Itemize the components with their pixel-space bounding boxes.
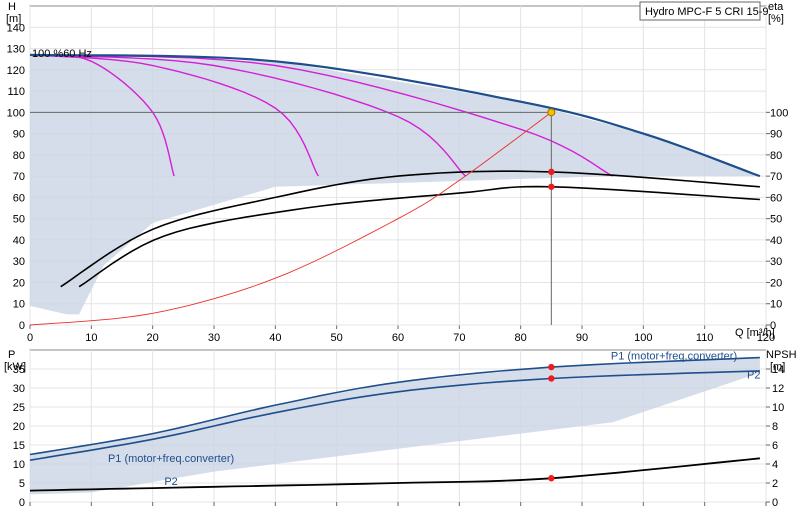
title-box: Hydro MPC-F 5 CRI 15-9 — [639, 1, 768, 21]
y-tick-label: 110 — [7, 86, 25, 98]
series-label: P1 (motor+freq.converter) — [108, 453, 234, 465]
p-tick-label: 0 — [19, 497, 25, 509]
npsh-tick-label: 8 — [772, 421, 778, 433]
operating-marker — [548, 183, 555, 190]
npsh-axis-unit: [m] — [770, 361, 785, 373]
p-tick-label: 5 — [19, 478, 25, 490]
operating-marker — [548, 168, 555, 176]
x-tick-label: 40 — [269, 332, 281, 344]
eta-tick-label: 30 — [770, 256, 782, 268]
eta-tick-label: 20 — [770, 277, 782, 289]
npsh-tick-label: 0 — [772, 497, 778, 509]
y-axis-unit: [m] — [6, 13, 21, 25]
p-tick-label: 15 — [13, 440, 25, 452]
eta-tick-label: 60 — [770, 192, 782, 204]
p-tick-label: 20 — [13, 421, 25, 433]
eta-tick-label: 80 — [770, 150, 782, 162]
x-tick-label: 50 — [331, 332, 343, 344]
pump-performance-chart: 0 10 20 30 40 50 60 70 80 90 100 110 120010203040506… — [4, 1, 797, 509]
series-label: P2 — [747, 370, 760, 382]
eta-tick-label: 90 — [770, 129, 782, 141]
x-tick-label: 110 — [696, 332, 714, 344]
p-axis-unit: [kW] — [4, 361, 26, 373]
x-tick-label: 30 — [208, 332, 220, 344]
eta-axis-unit: [%] — [768, 13, 784, 25]
y-tick-label: 20 — [13, 277, 25, 289]
eta-tick-label: 40 — [770, 235, 782, 247]
power-npsh-chart: 0510152025303502468101214P[kW]NPSH[m]P1 … — [4, 349, 797, 509]
duty-point-marker — [547, 108, 556, 117]
x-tick-label: 0 — [27, 332, 33, 344]
p-tick-label: 30 — [13, 383, 25, 395]
y-tick-label: 130 — [7, 44, 25, 56]
y-tick-label: 60 — [13, 192, 25, 204]
y-tick-label: 90 — [13, 129, 25, 141]
operating-marker — [548, 375, 555, 382]
p-axis-label: P — [8, 349, 15, 361]
x-tick-label: 70 — [453, 332, 465, 344]
p-tick-label: 10 — [13, 459, 25, 471]
x-tick-label: 90 — [576, 332, 588, 344]
x-axis-label: Q [m³/h] — [735, 327, 775, 339]
y-axis-label: H — [8, 1, 16, 13]
eta-axis-label: eta — [768, 1, 784, 13]
npsh-tick-label: 4 — [772, 459, 778, 471]
p-tick-label: 25 — [13, 402, 25, 414]
x-tick-label: 20 — [147, 332, 159, 344]
speed-annotation: 100 %60 Hz — [32, 48, 92, 60]
y-tick-label: 10 — [13, 299, 25, 311]
npsh-tick-label: 2 — [772, 478, 778, 490]
x-tick-label: 10 — [85, 332, 97, 344]
npsh-tick-label: 6 — [772, 440, 778, 452]
npsh-tick-label: 12 — [772, 383, 784, 395]
y-tick-label: 80 — [13, 150, 25, 162]
y-tick-label: 120 — [7, 65, 25, 77]
y-tick-label: 30 — [13, 256, 25, 268]
y-tick-label: 50 — [13, 214, 25, 226]
operating-marker — [548, 363, 555, 371]
x-tick-label: 80 — [515, 332, 527, 344]
y-tick-label: 100 — [7, 107, 25, 119]
eta-tick-label: 70 — [770, 171, 782, 183]
qh-eta-chart: 0 10 20 30 40 50 60 70 80 90 100 110 120 0 10 20 30 40 50 6… — [6, 1, 788, 344]
operating-marker — [548, 475, 555, 482]
x-tick-label: 60 — [392, 332, 404, 344]
y-tick-label: 70 — [13, 171, 25, 183]
npsh-tick-label: 10 — [772, 402, 784, 414]
series-label: P2 — [164, 476, 177, 488]
eta-tick-label: 10 — [770, 299, 782, 311]
y-tick-label: 40 — [13, 235, 25, 247]
y-tick-label: 0 — [19, 320, 25, 332]
chart-title: Hydro MPC-F 5 CRI 15-9 — [645, 6, 768, 18]
x-tick-label: 100 — [634, 332, 652, 344]
eta-tick-label: 100 — [770, 107, 788, 119]
npsh-axis-label: NPSH — [766, 349, 797, 361]
series-label: P1 (motor+freq.converter) — [611, 351, 737, 363]
eta-tick-label: 50 — [770, 214, 782, 226]
